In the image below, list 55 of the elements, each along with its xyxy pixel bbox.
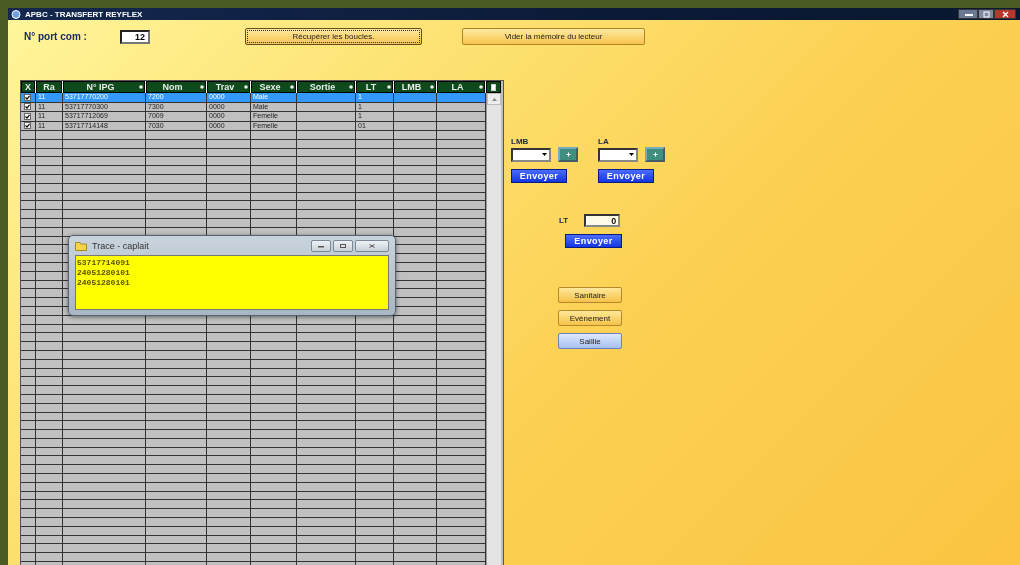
add-button[interactable]	[645, 147, 665, 162]
trace-line: 24051280101	[77, 268, 131, 278]
maximize-button[interactable]	[978, 9, 994, 19]
checkbox[interactable]	[24, 93, 31, 101]
column-header[interactable]: LA	[437, 81, 485, 93]
field-label: LMB	[511, 137, 530, 147]
column-header[interactable]: Sexe	[251, 81, 296, 93]
checkbox[interactable]	[24, 103, 31, 110]
checkbox[interactable]	[24, 112, 31, 120]
column-header[interactable]: N° IPG	[63, 81, 145, 93]
trace-line: 24051280101	[77, 278, 131, 288]
close-icon	[369, 243, 375, 248]
send-button[interactable]: Envoyer	[598, 169, 654, 183]
scrollbar[interactable]	[486, 93, 501, 565]
action-button[interactable]: Evènement	[558, 310, 622, 326]
folder-icon	[75, 240, 87, 251]
column-header[interactable]: Nom	[146, 81, 206, 93]
dropdown-arrow-icon	[629, 153, 634, 156]
window-title: Trace - caplait	[92, 240, 149, 251]
field-label: N° port com :	[24, 31, 88, 42]
checkbox[interactable]	[24, 122, 31, 129]
minimize-button[interactable]	[311, 239, 331, 252]
maximize-icon	[981, 10, 991, 18]
column-header[interactable]: LT	[356, 81, 393, 93]
column-header[interactable]: Trav	[207, 81, 250, 93]
app-icon	[11, 9, 21, 19]
trace-line: 53717714091	[77, 258, 131, 268]
action-button[interactable]: Sanitaire	[558, 287, 622, 303]
action-button[interactable]: Saillie	[558, 333, 622, 349]
dropdown-arrow-icon	[542, 153, 547, 156]
dropdown[interactable]	[598, 147, 638, 162]
field-label: LT	[559, 215, 569, 226]
maximize-icon	[340, 243, 346, 248]
send-button[interactable]: Envoyer	[565, 234, 622, 248]
toolbar-button[interactable]: Récupérer les boucles.	[245, 28, 422, 45]
input-field[interactable]: 12	[120, 29, 150, 44]
column-header[interactable]: Sortie	[297, 81, 355, 93]
column-header[interactable]: Ra	[36, 81, 62, 93]
column-chooser-icon	[491, 83, 496, 91]
add-button[interactable]	[558, 147, 578, 162]
minimize-button[interactable]	[958, 9, 978, 19]
close-icon	[1000, 10, 1010, 18]
column-header[interactable]: X	[21, 81, 35, 93]
input-field[interactable]: 0	[584, 214, 621, 227]
close-button[interactable]	[994, 9, 1016, 19]
plus-icon	[565, 152, 571, 157]
plus-icon	[652, 152, 658, 157]
window-title: APBC - TRANSFERT REYFLEX	[25, 9, 143, 19]
send-button[interactable]: Envoyer	[511, 169, 567, 183]
maximize-button[interactable]	[333, 239, 353, 252]
column-header[interactable]: LMB	[394, 81, 436, 93]
scroll-up-icon	[491, 97, 497, 101]
field-label: LA	[598, 137, 610, 147]
toolbar-button[interactable]: Vider la mémoire du lecteur	[462, 28, 645, 45]
dropdown[interactable]	[511, 147, 551, 162]
